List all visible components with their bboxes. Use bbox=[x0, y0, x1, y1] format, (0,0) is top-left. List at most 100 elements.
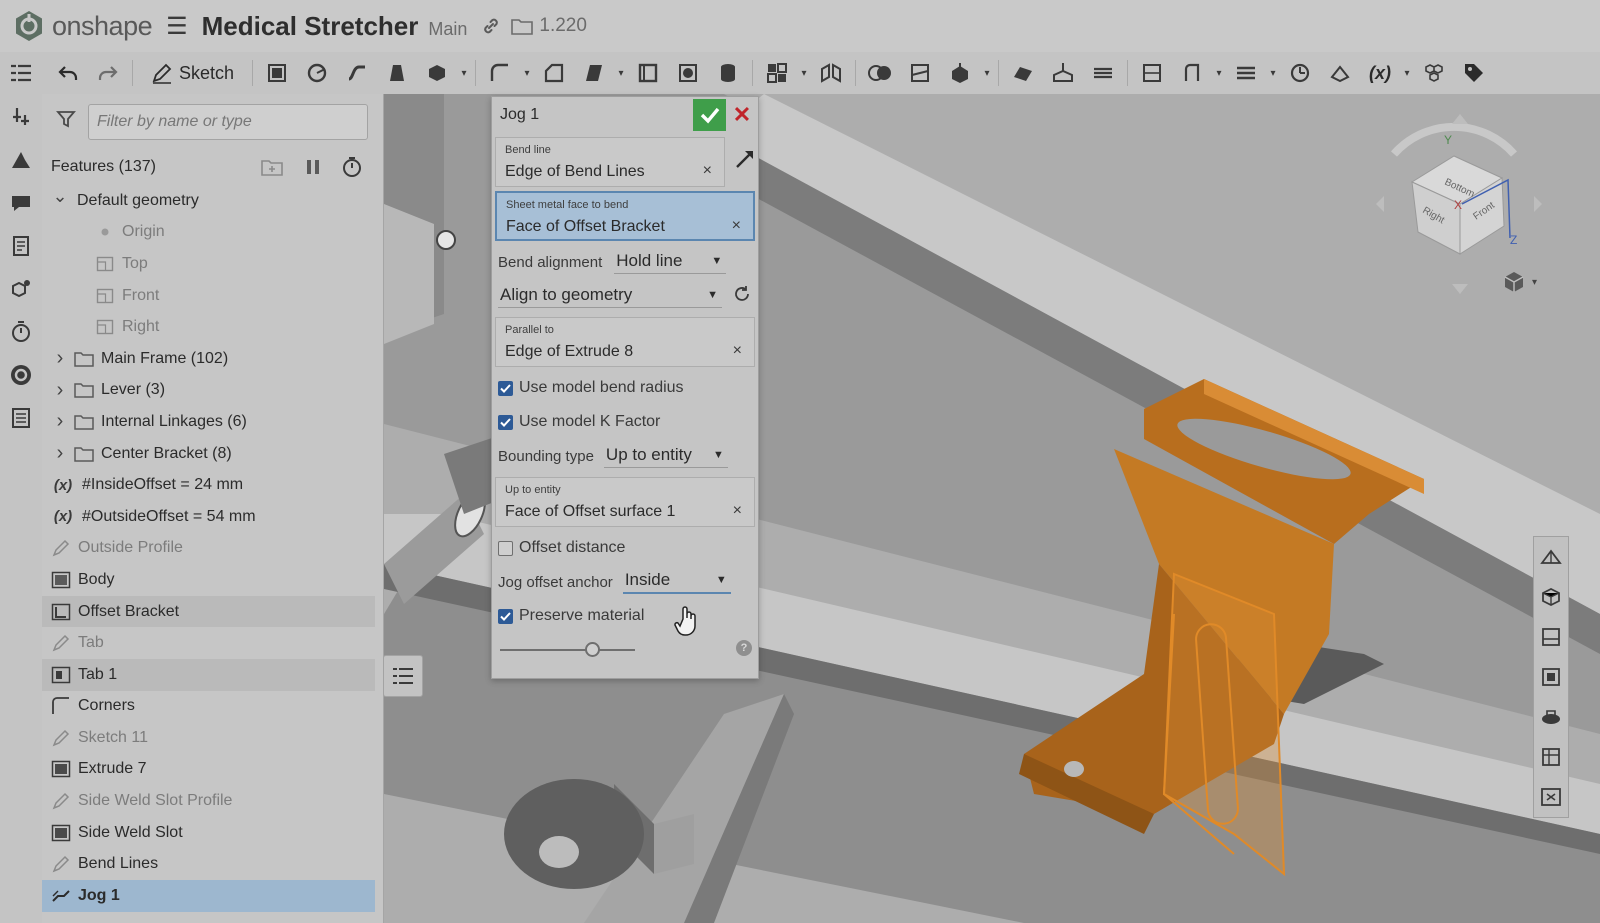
chamfer-tool-icon[interactable] bbox=[534, 56, 574, 90]
flange-tool-icon[interactable] bbox=[1043, 56, 1083, 90]
table-view-icon[interactable] bbox=[1534, 737, 1568, 777]
feature-tree-item[interactable]: Body bbox=[42, 564, 383, 596]
feature-tree-item[interactable]: Sketch 11 bbox=[42, 722, 383, 754]
form-dropdown-icon[interactable]: ▾ bbox=[1266, 68, 1280, 79]
feature-tree-item[interactable]: Front bbox=[42, 280, 383, 312]
flat-view-icon[interactable] bbox=[1534, 657, 1568, 697]
feature-tree-item[interactable]: Top bbox=[42, 248, 383, 280]
view-options-button[interactable]: ▾ bbox=[1502, 270, 1537, 294]
bend-alignment-dropdown[interactable]: Hold line ▼ bbox=[614, 251, 727, 274]
boolean-tool-icon[interactable] bbox=[860, 56, 900, 90]
draft-dropdown-icon[interactable]: ▾ bbox=[614, 68, 628, 79]
offset-distance-checkbox[interactable] bbox=[498, 540, 513, 556]
sheet-metal-model-icon[interactable] bbox=[1003, 56, 1043, 90]
cancel-button[interactable]: ✕ bbox=[726, 99, 758, 131]
transform-dropdown-icon[interactable]: ▾ bbox=[980, 68, 994, 79]
appearance-icon[interactable] bbox=[0, 353, 42, 396]
insert-feature-icon[interactable] bbox=[0, 95, 42, 138]
feature-tree-item[interactable]: Right bbox=[42, 311, 383, 343]
bill-of-materials-icon[interactable] bbox=[0, 396, 42, 439]
revolve-tool-icon[interactable] bbox=[297, 56, 337, 90]
thicken-dropdown-icon[interactable]: ▾ bbox=[457, 68, 471, 79]
use-k-factor-checkbox[interactable] bbox=[498, 414, 513, 430]
sheet-metal-face-selection[interactable]: Sheet metal face to bend Face of Offset … bbox=[495, 191, 755, 241]
split-tool-icon[interactable] bbox=[900, 56, 940, 90]
bend-tool-icon[interactable] bbox=[1172, 56, 1212, 90]
feature-tree-item[interactable]: Outside Profile bbox=[42, 533, 383, 565]
parts-view-icon[interactable] bbox=[1534, 577, 1568, 617]
document-title[interactable]: Medical Stretcher bbox=[202, 11, 419, 42]
feature-tree-item[interactable]: Origin bbox=[42, 217, 383, 249]
feature-tree-item[interactable]: Extrude 7 bbox=[42, 754, 383, 786]
fillet-dropdown-icon[interactable]: ▾ bbox=[520, 68, 534, 79]
hem-tool-icon[interactable] bbox=[1083, 56, 1123, 90]
sheet-metal-table-icon[interactable] bbox=[0, 138, 42, 181]
tab-tool-icon[interactable] bbox=[1132, 56, 1172, 90]
custom-features-icon[interactable] bbox=[1414, 56, 1454, 90]
feature-tree-item[interactable]: Side Weld Slot bbox=[42, 817, 383, 849]
use-bend-radius-checkbox[interactable] bbox=[498, 380, 513, 396]
jog-dialog-title[interactable]: Jog 1 bbox=[500, 106, 693, 124]
feature-tree-item[interactable]: (x) #InsideOffset = 24 mm bbox=[42, 469, 383, 501]
shell-tool-icon[interactable] bbox=[628, 56, 668, 90]
feature-tree-item[interactable]: › Center Bracket (8) bbox=[42, 438, 383, 470]
filter-icon[interactable] bbox=[56, 109, 76, 134]
feature-tree-item[interactable]: Tab 1 bbox=[42, 658, 375, 691]
chevron-right-icon[interactable]: › bbox=[51, 347, 69, 370]
form-tool-icon[interactable] bbox=[1226, 56, 1266, 90]
comments-icon[interactable] bbox=[0, 181, 42, 224]
draft-tool-icon[interactable] bbox=[574, 56, 614, 90]
reset-icon[interactable] bbox=[732, 284, 752, 308]
rebuild-timer-icon[interactable] bbox=[341, 156, 363, 178]
transform-tool-icon[interactable] bbox=[940, 56, 980, 90]
jog-offset-anchor-dropdown[interactable]: Inside ▼ bbox=[622, 570, 731, 594]
up-to-entity-selection[interactable]: Up to entity Face of Offset surface 1 × bbox=[495, 477, 755, 527]
tag-icon[interactable] bbox=[1454, 56, 1494, 90]
history-icon[interactable] bbox=[0, 310, 42, 353]
undo-icon[interactable] bbox=[48, 56, 88, 90]
clear-parallel-icon[interactable]: × bbox=[733, 342, 742, 360]
cylinder-tool-icon[interactable] bbox=[708, 56, 748, 90]
bounding-type-dropdown[interactable]: Up to entity ▼ bbox=[603, 445, 728, 468]
help-icon[interactable]: ? bbox=[736, 640, 752, 656]
bend-line-selection[interactable]: Bend line Edge of Bend Lines × bbox=[495, 137, 725, 187]
bend-dropdown-icon[interactable]: ▾ bbox=[1212, 68, 1226, 79]
hamburger-menu-icon[interactable]: ☰ bbox=[166, 12, 188, 41]
feature-list-icon[interactable] bbox=[0, 52, 42, 95]
offset-distance-row[interactable]: Offset distance bbox=[492, 531, 758, 565]
feature-tree-item[interactable]: Bend Lines bbox=[42, 848, 383, 880]
sketch-button[interactable]: Sketch bbox=[137, 56, 248, 90]
preserve-material-checkbox[interactable] bbox=[498, 608, 513, 624]
fillet-tool-icon[interactable] bbox=[480, 56, 520, 90]
feature-tree-item[interactable]: › Main Frame (102) bbox=[42, 343, 383, 375]
notes-icon[interactable] bbox=[0, 224, 42, 267]
variable-view-icon[interactable] bbox=[1534, 777, 1568, 817]
chevron-right-icon[interactable]: › bbox=[51, 379, 69, 402]
extrude-tool-icon[interactable] bbox=[257, 56, 297, 90]
branch-name[interactable]: Main bbox=[428, 19, 467, 40]
hole-tool-icon[interactable] bbox=[668, 56, 708, 90]
feature-tree-item[interactable]: Side Weld Slot Profile bbox=[42, 785, 383, 817]
parts-icon[interactable] bbox=[0, 267, 42, 310]
accept-button[interactable] bbox=[693, 99, 726, 131]
flip-direction-icon[interactable] bbox=[733, 147, 757, 176]
pause-rollback-icon[interactable] bbox=[305, 158, 321, 176]
feature-list-toggle[interactable] bbox=[383, 655, 423, 697]
feature-tree-item[interactable]: (x) #OutsideOffset = 54 mm bbox=[42, 501, 383, 533]
feature-tree-item[interactable]: Tab bbox=[42, 627, 383, 659]
redo-icon[interactable] bbox=[88, 56, 128, 90]
use-k-factor-row[interactable]: Use model K Factor bbox=[492, 405, 758, 439]
version-indicator[interactable]: 1.220 bbox=[511, 15, 587, 37]
pattern-tool-icon[interactable] bbox=[757, 56, 797, 90]
section-view-icon[interactable] bbox=[1534, 617, 1568, 657]
chevron-down-icon[interactable]: ⌄ bbox=[51, 186, 69, 207]
use-bend-radius-row[interactable]: Use model bend radius bbox=[492, 371, 758, 405]
sheet-metal-tools-icon[interactable] bbox=[1320, 56, 1360, 90]
preview-slider-thumb[interactable] bbox=[584, 642, 600, 657]
clear-bend-line-icon[interactable]: × bbox=[703, 162, 712, 180]
feature-filter-input[interactable] bbox=[88, 103, 368, 140]
clear-face-icon[interactable]: × bbox=[732, 217, 741, 235]
feature-tree-item[interactable]: › Lever (3) bbox=[42, 375, 383, 407]
feature-tree-item[interactable]: Offset Bracket bbox=[42, 595, 375, 628]
mirror-tool-icon[interactable] bbox=[811, 56, 851, 90]
